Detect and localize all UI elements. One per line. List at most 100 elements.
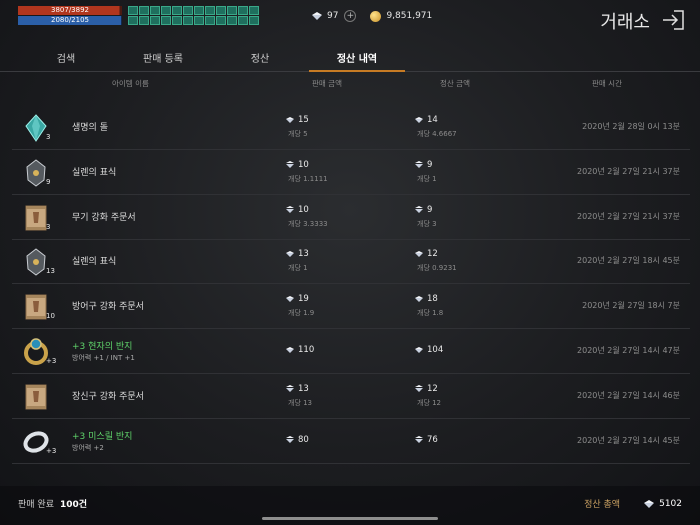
item-stats: 방어력 +2: [72, 443, 104, 452]
settle-price: 76: [415, 435, 438, 445]
tab-settlement[interactable]: 정산: [212, 50, 308, 65]
tab-settlement-history[interactable]: 정산 내역: [309, 50, 405, 65]
buff-icon: [205, 6, 215, 15]
completed-label: 판매 완료: [18, 500, 54, 510]
item-name: +3 미스릴 반지: [72, 431, 133, 442]
diamond-icon: [415, 385, 423, 392]
column-header-sale-time: 판매 시간: [592, 79, 622, 88]
sale-price: 15: [286, 115, 309, 125]
tab-bar: 검색 판매 등록 정산 정산 내역: [0, 44, 700, 72]
buff-icon: [194, 16, 204, 25]
currency-bar: 97 + 9,851,971: [312, 10, 432, 22]
item-quantity: 10: [46, 312, 55, 321]
hp-text: 3807/3892: [51, 6, 89, 14]
buff-icon: [161, 16, 171, 25]
diamond-icon: [286, 295, 294, 303]
history-row[interactable]: 3 무기 강화 주문서 10 개당 3.3333 9 개당 3 2020년 2월 27일 2…: [12, 196, 690, 240]
sale-price-value: 110: [298, 345, 315, 355]
buff-icon: [249, 6, 259, 15]
item-name: 장신구 강화 주문서: [72, 391, 144, 402]
item-name: 무기 강화 주문서: [72, 212, 136, 223]
settle-price-value: 12: [427, 383, 438, 394]
history-row[interactable]: 3 생명의 돌 15 개당 5 14 개당 4.6667 2020년 2월 28일 0시 1…: [12, 106, 690, 150]
sale-time: 2020년 2월 27일 14시 46분: [577, 390, 680, 400]
buff-icon: [150, 16, 160, 25]
total-value: 5102: [659, 498, 682, 509]
sale-price-value: 19: [298, 294, 309, 305]
settlement-history-list[interactable]: 12 3 생명의 돌 15 개당 5 14 개당 4.6667 2020년 2월 28일 0…: [0, 104, 700, 464]
buff-icon: [238, 6, 248, 15]
item-quantity: 3: [46, 222, 51, 231]
settle-unit-price: 개당 3: [417, 219, 437, 228]
tab-sell-register[interactable]: 판매 등록: [115, 50, 211, 65]
sale-time: 2020년 2월 28일 0시 13분: [582, 122, 680, 131]
sale-price: 10: [286, 160, 309, 170]
diamond-icon: [644, 499, 655, 508]
history-row[interactable]: +3 +3 미스릴 반지 방어력 +2 80 76 2020년 2월 27일 14시 45…: [12, 420, 690, 464]
settlement-total: 정산 총액 5102: [584, 497, 682, 511]
history-row[interactable]: 9 실렌의 표식 10 개당 1.1111 9 개당 1 2020년 2월 27일 21시 …: [12, 151, 690, 195]
sale-price: 19: [286, 294, 309, 304]
sale-unit-price: 개당 1.9: [288, 309, 315, 318]
diamond-icon: [415, 346, 423, 354]
buff-icon: [128, 6, 138, 15]
sale-price-value: 10: [298, 204, 309, 215]
history-row[interactable]: 10 방어구 강화 주문서 19 개당 1.9 18 개당 1.8 2020년 2월 27일…: [12, 285, 690, 330]
sale-price: 10: [286, 205, 309, 215]
add-diamond-button[interactable]: +: [344, 10, 357, 22]
exit-icon[interactable]: [662, 10, 684, 30]
sale-unit-price: 개당 1: [288, 264, 308, 273]
settle-price: 18: [415, 294, 438, 304]
column-header-settle-price: 정산 금액: [440, 79, 470, 88]
diamond-icon: [415, 250, 423, 258]
tab-search[interactable]: 검색: [18, 50, 114, 65]
item-stats: 방어력 +1 / INT +1: [72, 354, 135, 362]
history-row[interactable]: 13 실렌의 표식 13 개당 1 12 개당 0.9231 2020년 2월 27일 18…: [12, 240, 690, 285]
item-name: 실렌의 표식: [72, 257, 117, 268]
buff-icon: [183, 6, 193, 15]
buff-icon: [139, 16, 149, 25]
column-header-sale-price: 판매 금액: [312, 79, 342, 88]
home-indicator[interactable]: [262, 517, 438, 520]
settle-price: 9: [415, 205, 432, 215]
settle-price: 9: [415, 160, 432, 170]
diamond-icon: [415, 161, 423, 168]
gold-amount: 9,851,971: [386, 11, 433, 21]
history-row[interactable]: 장신구 강화 주문서 13 개당 13 12 개당 12 2020년 2월 27일 14시…: [12, 375, 690, 419]
buff-icon: [227, 6, 237, 15]
sale-unit-price: 개당 5: [288, 130, 308, 138]
completed-sales: 판매 완료 100건: [18, 497, 87, 510]
sale-price: 80: [286, 435, 309, 445]
buff-icon: [227, 16, 237, 25]
diamond-icon: [286, 385, 294, 392]
buff-icon: [128, 16, 138, 25]
sale-unit-price: 개당 3.3333: [288, 219, 328, 228]
item-quantity: 3: [46, 133, 51, 141]
sale-price-value: 10: [298, 159, 309, 170]
buff-icon: [161, 6, 171, 15]
diamond-amount: 97: [327, 11, 339, 21]
item-quantity: +3: [46, 357, 57, 365]
buff-icon: [172, 6, 182, 15]
sale-price-value: 13: [298, 383, 309, 394]
diamond-icon: [415, 116, 423, 124]
accessory-scroll-icon: [20, 381, 52, 413]
item-name: 생명의 돌: [72, 123, 108, 133]
buff-icon: [216, 16, 226, 25]
settle-unit-price: 개당 4.6667: [417, 130, 457, 138]
history-row[interactable]: +3 +3 현자의 반지 방어력 +1 / INT +1 110 104 2020년 2월…: [12, 330, 690, 374]
diamond-icon: [415, 436, 423, 443]
hp-bar: 3807/3892: [18, 6, 122, 15]
buff-icon: [183, 16, 193, 25]
sale-unit-price: 개당 1.1111: [288, 174, 328, 183]
settle-price-value: 12: [427, 249, 438, 260]
status-hud: 3807/3892 2080/2105: [18, 6, 259, 26]
buff-icon: [172, 16, 182, 25]
total-label: 정산 총액: [584, 500, 621, 510]
buff-icon: [194, 6, 204, 15]
mp-bar: 2080/2105: [18, 16, 122, 25]
sale-price: 110: [286, 345, 314, 355]
sale-time: 2020년 2월 27일 21시 37분: [577, 166, 680, 176]
item-name: +3 현자의 반지: [72, 342, 133, 352]
settle-price-value: 9: [427, 204, 433, 215]
